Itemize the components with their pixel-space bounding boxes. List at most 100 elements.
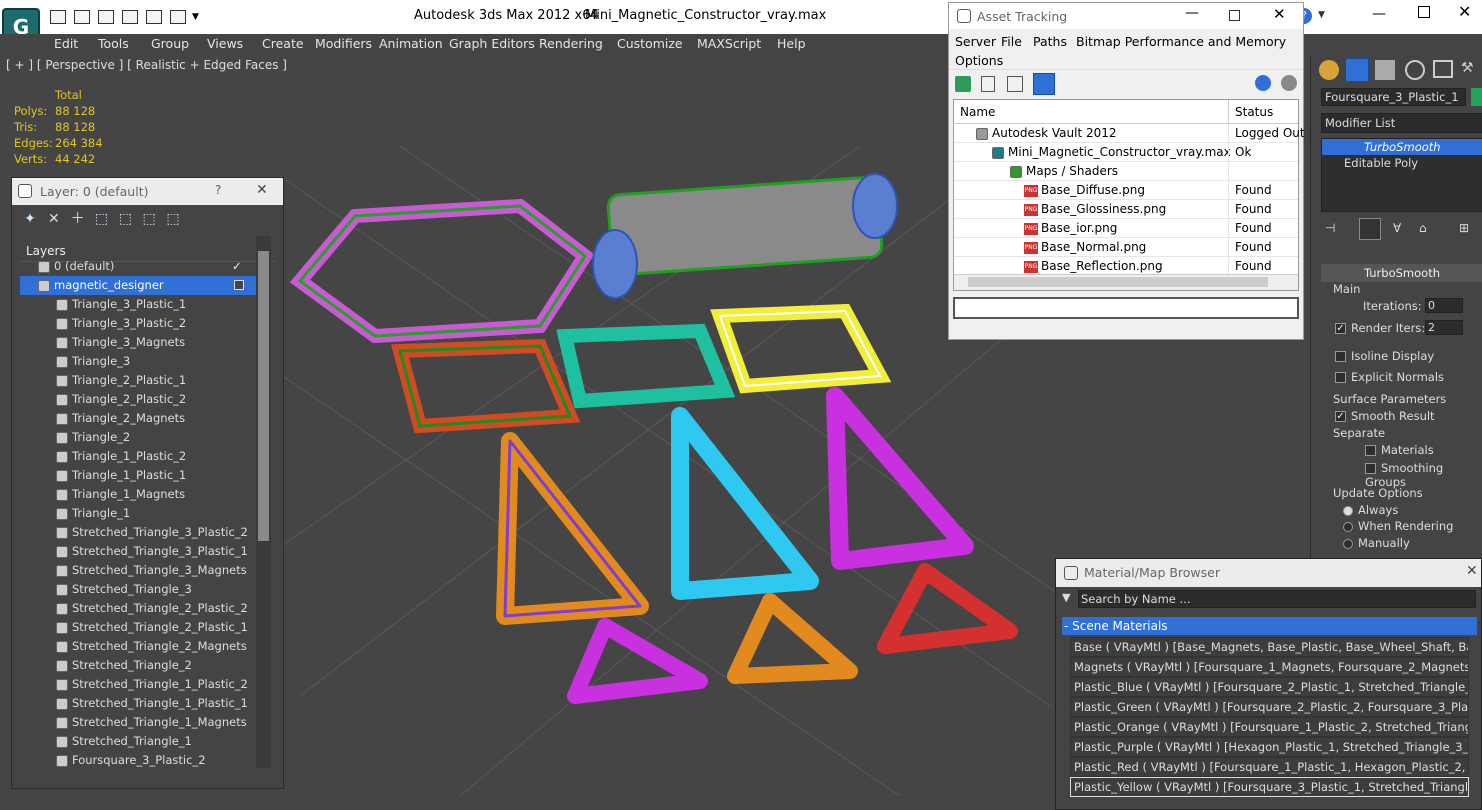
show-end-result-icon[interactable]	[1359, 218, 1381, 240]
layer-row-object[interactable]: Triangle_1_Magnets	[20, 485, 260, 504]
open-file-icon[interactable]	[74, 10, 90, 24]
asset-row[interactable]: PNG Base_Normal.png Found	[954, 238, 1298, 257]
explicit-normals-checkbox[interactable]	[1335, 372, 1346, 383]
motion-tab-icon[interactable]	[1405, 60, 1425, 80]
stack-item-editable-poly[interactable]: Editable Poly	[1322, 155, 1482, 171]
wheel-right[interactable]	[852, 173, 898, 239]
asset-row[interactable]: PNG Base_Diffuse.png Found	[954, 181, 1298, 200]
list-view-icon[interactable]	[981, 76, 995, 92]
stack-item-turbosmooth[interactable]: TurboSmooth	[1322, 139, 1482, 155]
object-name-field[interactable]: Foursquare_3_Plastic_1	[1321, 88, 1466, 106]
delete-layer-icon[interactable]: ✕	[44, 209, 64, 229]
material-search-input[interactable]: Search by Name ...	[1078, 590, 1476, 608]
asset-col-status[interactable]: Status	[1228, 100, 1273, 124]
layer-row-object[interactable]: Triangle_1	[20, 504, 260, 523]
menu-create[interactable]: Create	[262, 36, 304, 51]
material-item[interactable]: Plastic_Blue ( VRayMtl ) [Foursquare_2_P…	[1070, 677, 1469, 697]
when-rendering-row[interactable]: When Rendering	[1343, 519, 1453, 533]
layer-row-object[interactable]: Stretched_Triangle_1_Plastic_1	[20, 694, 260, 713]
asset-row[interactable]: PNG Base_ior.png Found	[954, 219, 1298, 238]
select-objects-icon[interactable]: ⬚	[91, 209, 111, 229]
material-item[interactable]: Plastic_Red ( VRayMtl ) [Foursquare_1_Pl…	[1070, 757, 1469, 777]
help-dropdown-icon[interactable]: ▼	[1318, 10, 1325, 20]
material-close-button[interactable]: ✕	[1466, 563, 1478, 579]
layer-row-magnetic-designer[interactable]: magnetic_designer	[20, 276, 260, 295]
always-radio[interactable]	[1343, 505, 1353, 516]
smoothing-groups-row[interactable]: Smoothing Groups	[1365, 461, 1482, 489]
material-item[interactable]: Base ( VRayMtl ) [Base_Magnets, Base_Pla…	[1070, 637, 1469, 657]
asset-col-name[interactable]: Name	[960, 100, 995, 124]
object-color-swatch[interactable]	[1471, 88, 1482, 106]
menu-customize[interactable]: Customize	[617, 36, 683, 51]
material-item[interactable]: Magnets ( VRayMtl ) [Foursquare_1_Magnet…	[1070, 657, 1469, 677]
base-model[interactable]	[606, 175, 884, 277]
menu-graph-editors[interactable]: Graph Editors	[449, 36, 535, 51]
redo-icon[interactable]	[170, 10, 186, 24]
asset-maximize-icon[interactable]	[1229, 10, 1240, 21]
render-iters-checkbox[interactable]: ✓	[1335, 323, 1346, 334]
layer-scrollbar[interactable]	[256, 236, 271, 768]
viewport-label[interactable]: [ + ] [ Perspective ] [ Realistic + Edge…	[6, 58, 287, 72]
create-layer-icon[interactable]: ✦	[20, 209, 40, 229]
modify-tab-icon[interactable]	[1345, 58, 1369, 82]
asset-menu-options[interactable]: Options	[955, 53, 1003, 68]
tree-view-icon[interactable]	[1007, 76, 1023, 92]
material-list[interactable]: Base ( VRayMtl ) [Base_Magnets, Base_Pla…	[1070, 637, 1469, 797]
hierarchy-tab-icon[interactable]	[1375, 60, 1395, 80]
layer-row-object[interactable]: Triangle_1_Plastic_2	[20, 447, 260, 466]
layer-row-default[interactable]: 0 (default) ✓	[20, 257, 260, 276]
render-iters-row[interactable]: ✓ Render Iters:	[1335, 321, 1425, 335]
make-unique-icon[interactable]: ∀	[1393, 221, 1401, 235]
triangle-cyan-model[interactable]	[671, 407, 819, 600]
square-teal-model[interactable]	[556, 323, 736, 409]
asset-menu-bitmap[interactable]: Bitmap Performance and Memory	[1076, 34, 1286, 49]
layer-row-object[interactable]: Triangle_3_Magnets	[20, 333, 260, 352]
small-triangle-magenta-model[interactable]	[567, 618, 708, 704]
layer-row-object[interactable]: Triangle_3_Plastic_2	[20, 314, 260, 333]
modifier-stack[interactable]: TurboSmooth Editable Poly	[1321, 138, 1482, 212]
asset-close-icon[interactable]: ✕	[1273, 5, 1286, 23]
triangle-magenta-model[interactable]	[826, 387, 974, 570]
asset-row[interactable]: Mini_Magnetic_Constructor_vray.max Ok	[954, 143, 1298, 162]
isoline-checkbox[interactable]	[1335, 351, 1346, 362]
asset-row[interactable]: PNG Base_Glossiness.png Found	[954, 200, 1298, 219]
manually-row[interactable]: Manually	[1343, 536, 1410, 550]
minimize-icon[interactable]: —	[1372, 6, 1386, 22]
table-view-icon[interactable]	[1033, 73, 1055, 95]
pin-stack-icon[interactable]: ⊣	[1325, 221, 1341, 237]
asset-path-field[interactable]	[953, 297, 1299, 319]
menu-animation[interactable]: Animation	[379, 36, 443, 51]
create-tab-icon[interactable]	[1319, 60, 1339, 80]
layer-row-object[interactable]: Stretched_Triangle_3_Plastic_2	[20, 523, 260, 542]
menu-help[interactable]: Help	[777, 36, 806, 51]
utilities-tab-icon[interactable]: ⚒	[1461, 60, 1479, 80]
isoline-row[interactable]: Isoline Display	[1335, 349, 1434, 363]
layer-row-object[interactable]: Foursquare_3_Plastic_2	[20, 751, 260, 769]
iterations-spinner[interactable]: 0	[1425, 298, 1463, 313]
hide-all-icon[interactable]: ⬚	[139, 209, 159, 229]
layer-row-object[interactable]: Stretched_Triangle_2	[20, 656, 260, 675]
menu-tools[interactable]: Tools	[98, 36, 129, 51]
layer-scrollbar-thumb[interactable]	[258, 251, 269, 541]
layer-row-object[interactable]: Triangle_1_Plastic_1	[20, 466, 260, 485]
scene-materials-group[interactable]: - Scene Materials	[1062, 617, 1477, 635]
layer-row-object[interactable]: Triangle_2_Magnets	[20, 409, 260, 428]
display-tab-icon[interactable]	[1433, 60, 1453, 78]
when-rendering-radio[interactable]	[1343, 521, 1353, 532]
menu-modifiers[interactable]: Modifiers	[315, 36, 372, 51]
menu-maxscript[interactable]: MAXScript	[697, 36, 761, 51]
asset-menu-server[interactable]: Server	[955, 34, 996, 49]
layer-row-object[interactable]: Triangle_2_Plastic_1	[20, 371, 260, 390]
modifier-list-dropdown[interactable]: Modifier List	[1321, 113, 1482, 133]
layer-row-object[interactable]: Stretched_Triangle_3	[20, 580, 260, 599]
add-to-layer-icon[interactable]: ＋	[68, 209, 88, 229]
layer-row-object[interactable]: Stretched_Triangle_2_Plastic_2	[20, 599, 260, 618]
remove-modifier-icon[interactable]: ⌂	[1419, 221, 1427, 235]
maximize-icon[interactable]	[1418, 6, 1430, 18]
new-file-icon[interactable]	[50, 10, 66, 24]
save-file-icon[interactable]	[98, 10, 114, 24]
smoothing-groups-checkbox[interactable]	[1365, 463, 1376, 474]
menu-edit[interactable]: Edit	[54, 36, 78, 51]
highlight-layer-icon[interactable]: ⬚	[115, 209, 135, 229]
layer-row-object[interactable]: Stretched_Triangle_2_Magnets	[20, 637, 260, 656]
